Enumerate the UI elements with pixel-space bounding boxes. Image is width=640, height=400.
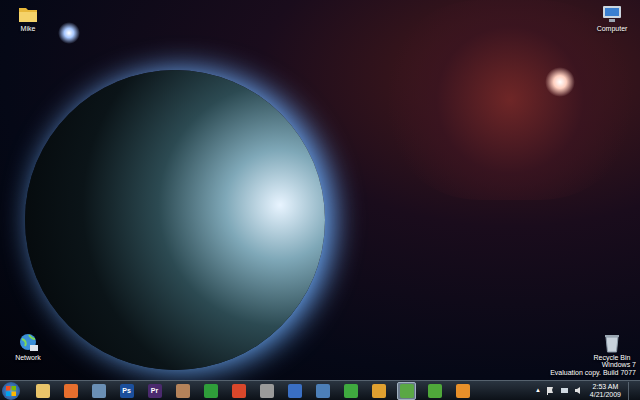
taskbar-item[interactable]: Ps bbox=[117, 382, 136, 400]
app-icon: Pr bbox=[148, 384, 162, 398]
taskbar-item[interactable] bbox=[285, 382, 304, 400]
clock[interactable]: 2:53 AM4/21/2009 bbox=[588, 383, 623, 399]
taskbar-item[interactable] bbox=[33, 382, 52, 400]
app-icon bbox=[260, 384, 274, 398]
flag-icon[interactable] bbox=[546, 386, 555, 395]
desktop-icon[interactable]: Mike bbox=[2, 4, 54, 33]
app-icon bbox=[64, 384, 78, 398]
taskbar-item[interactable] bbox=[313, 382, 332, 400]
app-icon bbox=[204, 384, 218, 398]
taskbar-item[interactable] bbox=[89, 382, 108, 400]
show-desktop-button[interactable] bbox=[628, 382, 636, 400]
desktop-icon[interactable]: Recycle Bin bbox=[586, 333, 638, 362]
taskbar-item[interactable] bbox=[341, 382, 360, 400]
wallpaper-star bbox=[545, 67, 575, 97]
wallpaper-star bbox=[58, 22, 80, 44]
app-icon: Ps bbox=[120, 384, 134, 398]
recycle-bin-icon bbox=[601, 333, 623, 353]
desktop-icon[interactable]: Computer bbox=[586, 4, 638, 33]
folder-icon bbox=[17, 4, 39, 24]
taskbar-item[interactable] bbox=[425, 382, 444, 400]
taskbar-item[interactable] bbox=[201, 382, 220, 400]
app-icon bbox=[428, 384, 442, 398]
taskbar-item[interactable] bbox=[229, 382, 248, 400]
network-icon[interactable] bbox=[560, 386, 569, 395]
volume-icon[interactable] bbox=[574, 386, 583, 395]
app-icon bbox=[400, 384, 414, 398]
start-button[interactable] bbox=[2, 382, 20, 400]
app-icon bbox=[344, 384, 358, 398]
desktop: Mike Computer Network Recycle BinWindows 7E… bbox=[0, 0, 640, 380]
tray-overflow-button[interactable]: ▲ bbox=[535, 386, 541, 395]
app-icon bbox=[176, 384, 190, 398]
taskbar-item[interactable] bbox=[453, 382, 472, 400]
app-icon bbox=[232, 384, 246, 398]
taskbar-item[interactable]: Pr bbox=[145, 382, 164, 400]
app-icon bbox=[288, 384, 302, 398]
taskbar-item[interactable] bbox=[257, 382, 276, 400]
wallpaper-planet bbox=[25, 70, 325, 370]
app-icon bbox=[92, 384, 106, 398]
taskbar-item[interactable] bbox=[369, 382, 388, 400]
desktop-screen: Mike Computer Network Recycle BinWindows 7E… bbox=[0, 0, 640, 400]
desktop-icon[interactable]: Network bbox=[2, 333, 54, 362]
watermark: Windows 7Evaluation copy. Build 7077 bbox=[550, 361, 636, 377]
windows-logo-icon bbox=[6, 386, 16, 396]
app-icon bbox=[316, 384, 330, 398]
taskbar-item[interactable] bbox=[61, 382, 80, 400]
taskbar-item[interactable] bbox=[173, 382, 192, 400]
computer-icon bbox=[601, 4, 623, 24]
app-icon bbox=[456, 384, 470, 398]
taskbar: Ps Pr ▲ 2:53 AM4/21/2009 bbox=[0, 380, 640, 400]
app-icon bbox=[372, 384, 386, 398]
network-globe-icon bbox=[17, 333, 39, 353]
taskbar-items: Ps Pr bbox=[27, 382, 472, 400]
notification-area: ▲ 2:53 AM4/21/2009 bbox=[535, 382, 636, 400]
taskbar-item[interactable] bbox=[397, 382, 416, 400]
app-icon bbox=[36, 384, 50, 398]
